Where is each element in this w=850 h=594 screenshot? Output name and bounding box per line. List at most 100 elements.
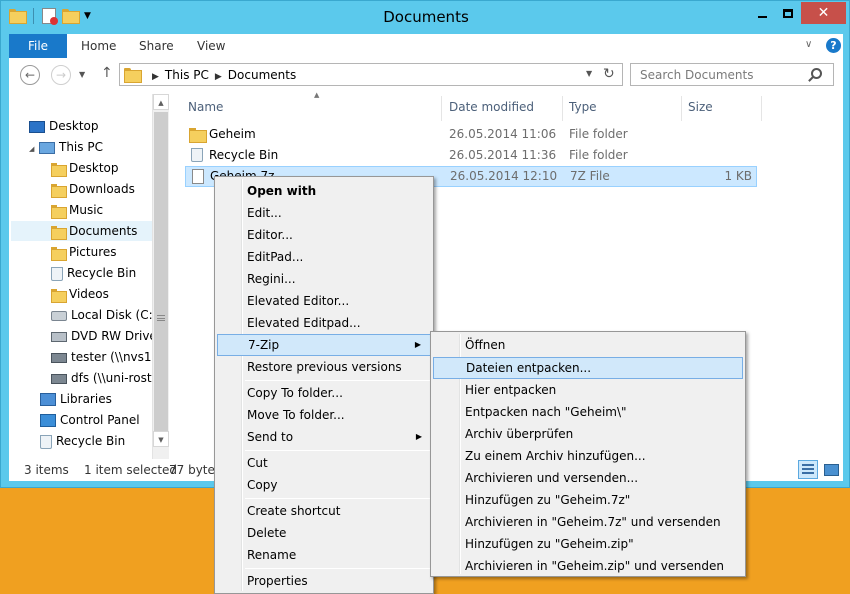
ribbon-tabs: File Home Share View ∨ ? [9, 34, 843, 58]
nav-item-dvd-drive[interactable]: DVD RW Drive ( [51, 326, 153, 346]
submenu-item-compress-and-email[interactable]: Archivieren und versenden... [433, 467, 743, 489]
menu-item-restore-previous-versions[interactable]: Restore previous versions [217, 356, 431, 378]
search-icon[interactable] [811, 68, 822, 79]
submenu-item-add-to-7z[interactable]: Hinzufügen zu "Geheim.7z" [433, 489, 743, 511]
breadcrumb-this-pc[interactable]: This PC [165, 68, 209, 82]
close-button[interactable]: ✕ [801, 2, 846, 24]
maximize-button[interactable] [775, 2, 801, 24]
file-type: File folder [569, 148, 628, 162]
menu-item-create-shortcut[interactable]: Create shortcut [217, 500, 431, 522]
nav-pane-scrollbar[interactable]: ▲ ▼ [152, 94, 169, 459]
nav-item-libraries[interactable]: Libraries [40, 389, 112, 409]
back-arrow-icon: ← [24, 68, 36, 82]
nav-item-desktop-root[interactable]: Desktop [29, 116, 99, 136]
recent-locations-button[interactable]: ▼ [79, 70, 85, 79]
tab-home[interactable]: Home [81, 34, 116, 58]
nav-item-desktop[interactable]: Desktop [51, 158, 119, 178]
column-header-name[interactable]: Name [171, 96, 442, 121]
context-menu: Open with Edit... Editor... EditPad... R… [214, 176, 434, 594]
up-button[interactable]: ↑ [101, 65, 113, 81]
menu-item-copy[interactable]: Copy [217, 474, 431, 496]
expand-ribbon-icon[interactable]: ∨ [805, 39, 812, 50]
submenu-item-add-to-zip[interactable]: Hinzufügen zu "Geheim.zip" [433, 533, 743, 555]
forward-arrow-icon: → [55, 68, 67, 82]
menu-item-move-to-folder[interactable]: Move To folder... [217, 404, 431, 426]
documents-folder-icon [51, 225, 67, 240]
address-bar[interactable]: ▶ This PC ▶ Documents ▼ ↻ [119, 63, 623, 86]
local-disk-icon [51, 310, 67, 321]
recycle-bin-icon [40, 434, 52, 449]
tab-file[interactable]: File [9, 34, 67, 58]
nav-item-recycle-bin-pc[interactable]: Recycle Bin [51, 263, 136, 283]
folder-icon [189, 128, 207, 143]
nav-item-tester[interactable]: tester (\\nvs1.u [51, 347, 153, 367]
tab-share[interactable]: Share [139, 34, 174, 58]
menu-item-open-with[interactable]: Open with [217, 180, 431, 202]
status-item-count: 3 items [24, 463, 69, 477]
search-input[interactable]: Search Documents [630, 63, 834, 86]
menu-item-elevated-editpad[interactable]: Elevated Editpad... [217, 312, 431, 334]
forward-button[interactable]: → [51, 65, 71, 85]
submenu-item-extract-files[interactable]: Dateien entpacken... [433, 357, 743, 379]
nav-item-downloads[interactable]: Downloads [51, 179, 135, 199]
scrollbar-thumb[interactable] [154, 112, 168, 432]
dvd-drive-icon [51, 331, 67, 342]
submenu-item-compress-zip-and-email[interactable]: Archivieren in "Geheim.zip" und versende… [433, 555, 743, 577]
menu-item-delete[interactable]: Delete [217, 522, 431, 544]
minimize-button[interactable] [749, 2, 775, 24]
menu-item-rename[interactable]: Rename [217, 544, 431, 566]
collapse-icon[interactable]: ◢ [29, 139, 39, 159]
tab-view[interactable]: View [197, 34, 225, 58]
nav-item-label: Local Disk (C:) [71, 308, 153, 322]
menu-item-elevated-editor[interactable]: Elevated Editor... [217, 290, 431, 312]
computer-icon [39, 141, 55, 154]
menu-item-properties[interactable]: Properties [217, 570, 431, 592]
column-header-size[interactable]: Size [682, 96, 762, 121]
submenu-item-extract-here[interactable]: Hier entpacken [433, 379, 743, 401]
music-folder-icon [51, 204, 67, 219]
nav-item-music[interactable]: Music [51, 200, 103, 220]
menu-item-editor[interactable]: Editor... [217, 224, 431, 246]
menu-item-send-to[interactable]: Send to ▶ [217, 426, 431, 448]
7zip-submenu: Öffnen Dateien entpacken... Hier entpack… [430, 331, 746, 577]
submenu-item-compress-7z-and-email[interactable]: Archivieren in "Geheim.7z" und versenden [433, 511, 743, 533]
address-history-icon[interactable]: ▼ [586, 69, 592, 78]
column-header-date[interactable]: Date modified [442, 96, 563, 121]
grip-icon [157, 315, 165, 321]
menu-item-regini[interactable]: Regini... [217, 268, 431, 290]
title-bar[interactable]: ▼ Documents ✕ [1, 1, 850, 33]
submenu-item-test-archive[interactable]: Archiv überprüfen [433, 423, 743, 445]
submenu-arrow-icon: ▶ [415, 432, 422, 441]
scroll-up-icon[interactable]: ▲ [153, 94, 169, 110]
help-icon[interactable]: ? [826, 38, 841, 53]
breadcrumb-documents[interactable]: Documents [228, 68, 296, 82]
scroll-down-icon[interactable]: ▼ [153, 431, 169, 447]
submenu-item-add-to-archive[interactable]: Zu einem Archiv hinzufügen... [433, 445, 743, 467]
column-header-type[interactable]: Type [563, 96, 682, 121]
refresh-icon[interactable]: ↻ [603, 66, 615, 82]
menu-item-cut[interactable]: Cut [217, 452, 431, 474]
videos-folder-icon [51, 288, 67, 303]
nav-item-documents[interactable]: Documents [11, 221, 152, 241]
back-button[interactable]: ← [20, 65, 40, 85]
nav-item-recycle-bin[interactable]: Recycle Bin [40, 431, 125, 451]
large-icons-view-button[interactable] [821, 460, 841, 479]
menu-separator [245, 568, 431, 569]
nav-item-control-panel[interactable]: Control Panel [40, 410, 140, 430]
file-row-recycle-bin[interactable]: Recycle Bin 26.05.2014 11:36 File folder [185, 145, 757, 166]
menu-item-edit[interactable]: Edit... [217, 202, 431, 224]
nav-item-videos[interactable]: Videos [51, 284, 109, 304]
menu-item-editpad[interactable]: EditPad... [217, 246, 431, 268]
menu-item-copy-to-folder[interactable]: Copy To folder... [217, 382, 431, 404]
nav-item-pictures[interactable]: Pictures [51, 242, 117, 262]
file-row-geheim[interactable]: Geheim 26.05.2014 11:06 File folder [185, 124, 757, 145]
submenu-item-open[interactable]: Öffnen [433, 334, 743, 356]
menu-separator [245, 498, 431, 499]
nav-item-dfs[interactable]: dfs (\\uni-rosto [51, 368, 153, 388]
file-date: 26.05.2014 12:10 [450, 169, 558, 183]
details-view-button[interactable] [798, 460, 818, 479]
submenu-item-extract-to-folder[interactable]: Entpacken nach "Geheim\" [433, 401, 743, 423]
nav-item-local-disk[interactable]: Local Disk (C:) [51, 305, 153, 325]
menu-item-7zip[interactable]: 7-Zip ▶ [217, 334, 431, 356]
nav-item-this-pc[interactable]: ◢ This PC [29, 137, 103, 157]
